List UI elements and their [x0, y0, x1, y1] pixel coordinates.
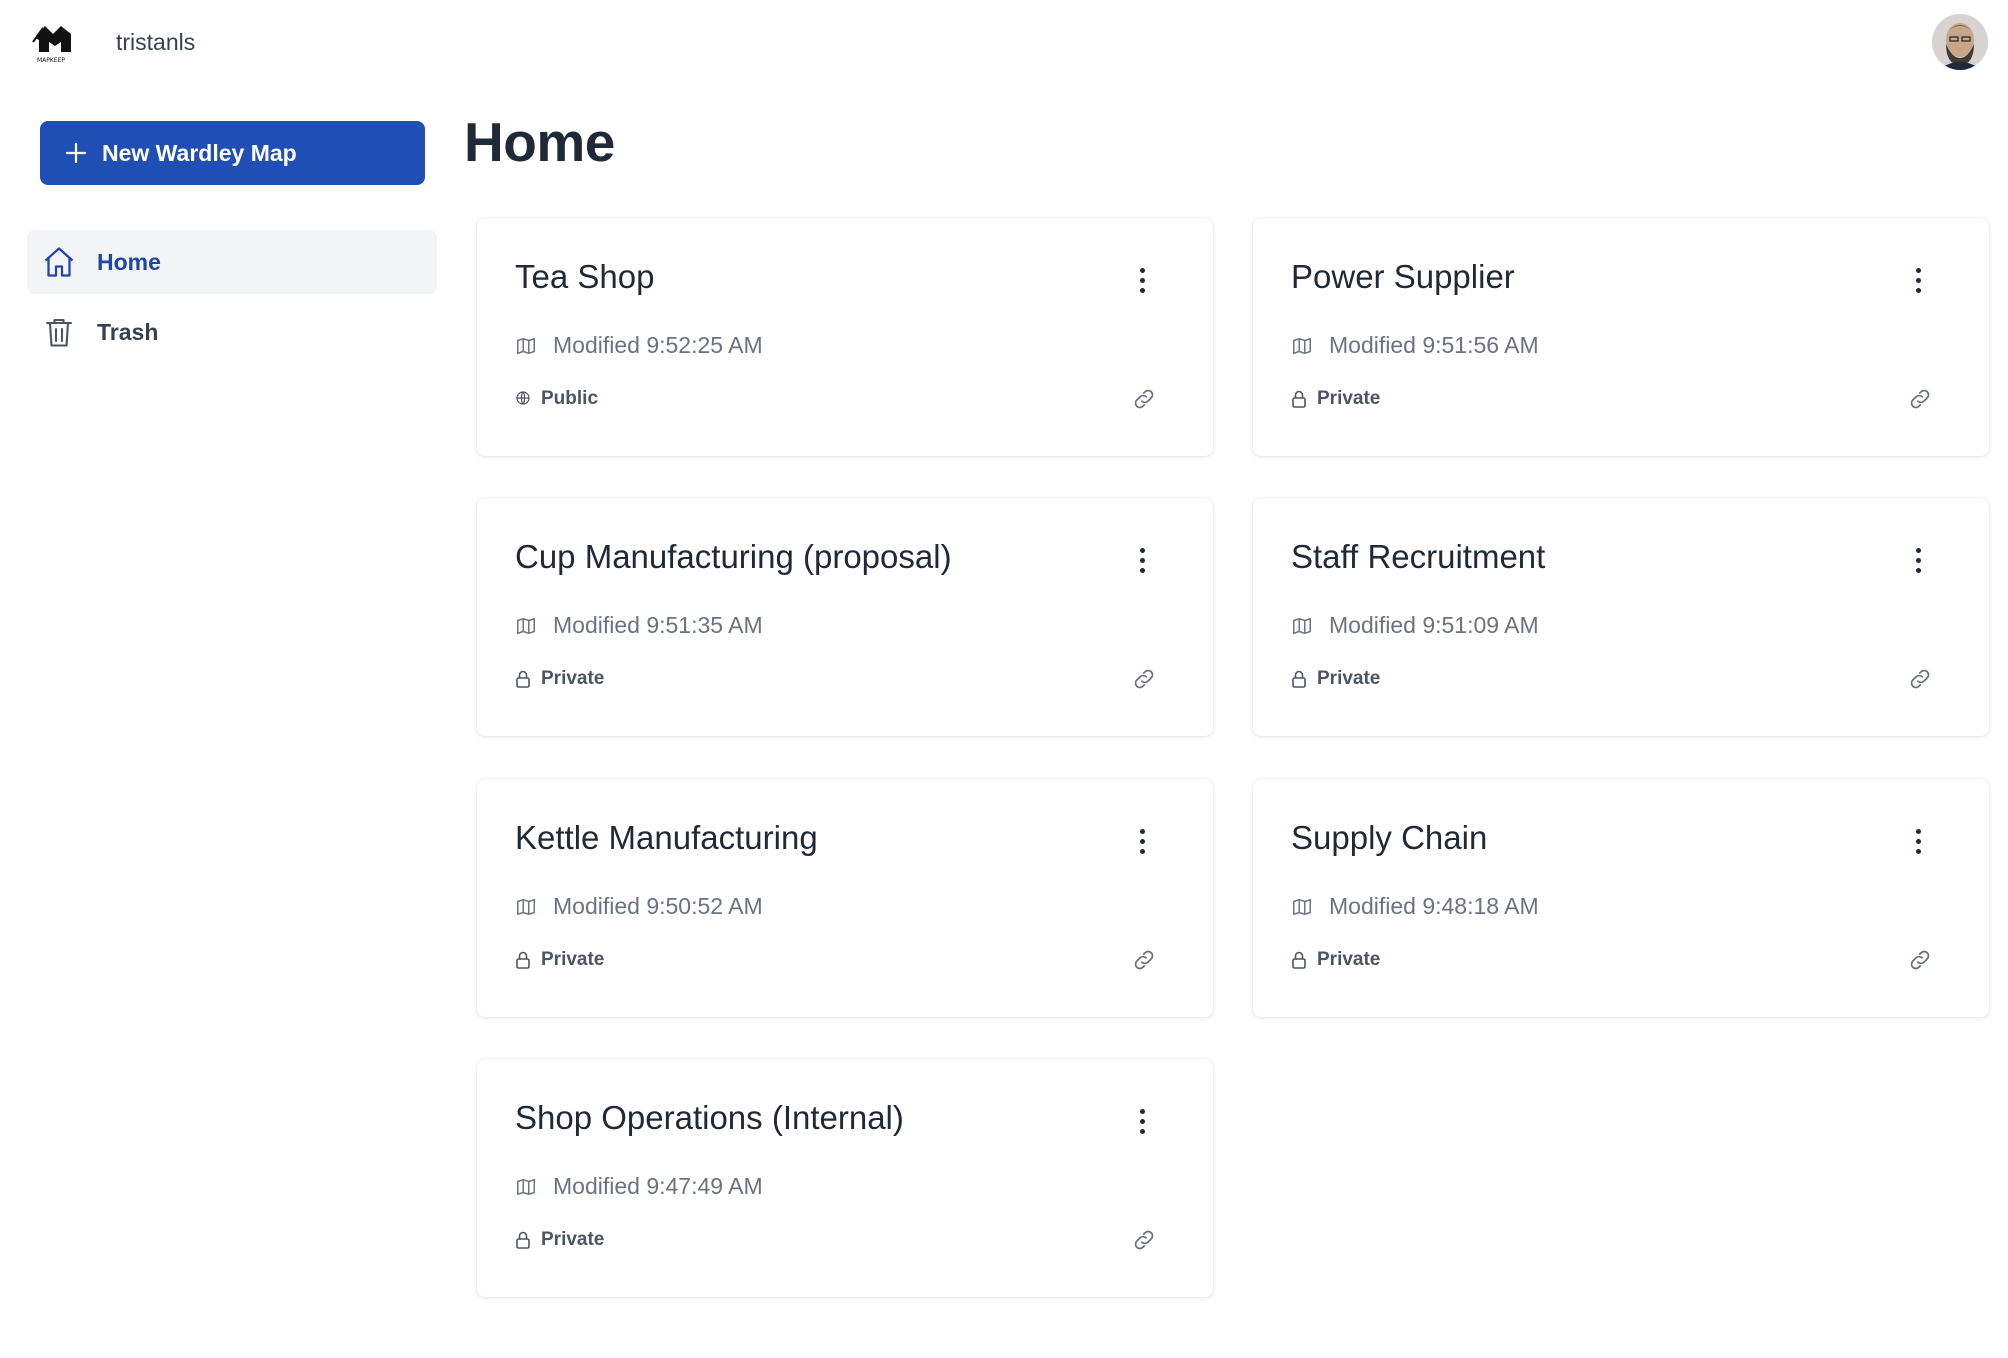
kebab-menu-icon[interactable]: [1907, 260, 1929, 300]
copy-link-icon[interactable]: [1907, 947, 1933, 973]
map-card-visibility: Private: [1291, 949, 1380, 971]
map-card-visibility: Private: [515, 949, 604, 971]
map-card-modified: Modified 9:51:09 AM: [1291, 612, 1539, 639]
trash-icon: [41, 314, 77, 350]
map-icon: [515, 335, 537, 357]
page-title: Home: [464, 111, 615, 173]
lock-icon: [515, 951, 531, 969]
kebab-menu-icon[interactable]: [1131, 821, 1153, 861]
map-card-visibility: Public: [515, 388, 598, 410]
sidebar-item-trash[interactable]: Trash: [27, 300, 437, 364]
map-card-modified: Modified 9:48:18 AM: [1291, 893, 1539, 920]
visibility-label: Private: [541, 1229, 605, 1250]
map-card-modified-text: Modified 9:51:56 AM: [1329, 332, 1539, 358]
new-wardley-map-label: New Wardley Map: [102, 139, 297, 166]
copy-link-icon[interactable]: [1131, 666, 1157, 692]
map-card-modified-text: Modified 9:51:09 AM: [1329, 612, 1539, 638]
map-card[interactable]: Cup Manufacturing (proposal) Modified 9:…: [477, 498, 1213, 736]
map-card[interactable]: Tea Shop Modified 9:52:25 AM Public: [477, 218, 1213, 456]
map-card[interactable]: Power Supplier Modified 9:51:56 AM Priva…: [1253, 218, 1989, 456]
top-bar: MAPKEEP tristanls: [0, 0, 2008, 86]
map-card-title[interactable]: Tea Shop: [515, 258, 654, 296]
home-icon: [41, 244, 77, 280]
map-card-modified-text: Modified 9:47:49 AM: [553, 1173, 763, 1199]
visibility-label: Private: [541, 668, 605, 689]
map-card-modified: Modified 9:47:49 AM: [515, 1173, 763, 1200]
map-card[interactable]: Shop Operations (Internal) Modified 9:47…: [477, 1059, 1213, 1297]
map-card-title[interactable]: Supply Chain: [1291, 819, 1487, 857]
plus-icon: [64, 141, 88, 165]
map-icon: [1291, 896, 1313, 918]
map-card-title[interactable]: Shop Operations (Internal): [515, 1099, 904, 1137]
map-icon: [1291, 615, 1313, 637]
map-card-modified: Modified 9:50:52 AM: [515, 893, 763, 920]
map-card-modified: Modified 9:51:35 AM: [515, 612, 763, 639]
sidebar-item-label: Home: [97, 248, 161, 275]
kebab-menu-icon[interactable]: [1907, 540, 1929, 580]
kebab-menu-icon[interactable]: [1131, 1101, 1153, 1141]
copy-link-icon[interactable]: [1131, 386, 1157, 412]
lock-icon: [515, 1231, 531, 1249]
map-card-title[interactable]: Cup Manufacturing (proposal): [515, 538, 952, 576]
visibility-label: Private: [1317, 668, 1381, 689]
map-card-title[interactable]: Power Supplier: [1291, 258, 1515, 296]
logo-text: MAPKEEP: [37, 57, 65, 64]
map-card-modified-text: Modified 9:48:18 AM: [1329, 893, 1539, 919]
visibility-label: Private: [541, 949, 605, 970]
map-icon: [1291, 335, 1313, 357]
map-card-visibility: Private: [1291, 388, 1380, 410]
mapkeep-logo[interactable]: MAPKEEP: [31, 22, 79, 64]
kebab-menu-icon[interactable]: [1131, 260, 1153, 300]
map-card-modified: Modified 9:51:56 AM: [1291, 332, 1539, 359]
map-card-title[interactable]: Kettle Manufacturing: [515, 819, 818, 857]
map-icon: [515, 615, 537, 637]
map-icon: [515, 896, 537, 918]
map-card-visibility: Private: [515, 1229, 604, 1251]
map-card[interactable]: Supply Chain Modified 9:48:18 AM Private: [1253, 779, 1989, 1017]
kebab-menu-icon[interactable]: [1907, 821, 1929, 861]
map-card-visibility: Private: [515, 668, 604, 690]
visibility-label: Public: [541, 388, 599, 409]
globe-icon: [515, 390, 531, 408]
kebab-menu-icon[interactable]: [1131, 540, 1153, 580]
sidebar-item-home[interactable]: Home: [27, 230, 437, 294]
visibility-label: Private: [1317, 388, 1381, 409]
map-card-modified-text: Modified 9:52:25 AM: [553, 332, 763, 358]
map-card-visibility: Private: [1291, 668, 1380, 690]
new-wardley-map-button[interactable]: New Wardley Map: [40, 121, 425, 185]
map-card-modified: Modified 9:52:25 AM: [515, 332, 763, 359]
map-card-modified-text: Modified 9:50:52 AM: [553, 893, 763, 919]
user-avatar[interactable]: [1932, 14, 1988, 70]
lock-icon: [1291, 951, 1307, 969]
sidebar-item-label: Trash: [97, 318, 159, 345]
lock-icon: [1291, 670, 1307, 688]
lock-icon: [1291, 390, 1307, 408]
map-card[interactable]: Staff Recruitment Modified 9:51:09 AM Pr…: [1253, 498, 1989, 736]
copy-link-icon[interactable]: [1907, 666, 1933, 692]
copy-link-icon[interactable]: [1907, 386, 1933, 412]
copy-link-icon[interactable]: [1131, 947, 1157, 973]
visibility-label: Private: [1317, 949, 1381, 970]
map-card[interactable]: Kettle Manufacturing Modified 9:50:52 AM…: [477, 779, 1213, 1017]
lock-icon: [515, 670, 531, 688]
map-card-title[interactable]: Staff Recruitment: [1291, 538, 1545, 576]
map-icon: [515, 1176, 537, 1198]
copy-link-icon[interactable]: [1131, 1227, 1157, 1253]
workspace-username: tristanls: [116, 29, 196, 55]
map-card-modified-text: Modified 9:51:35 AM: [553, 612, 763, 638]
